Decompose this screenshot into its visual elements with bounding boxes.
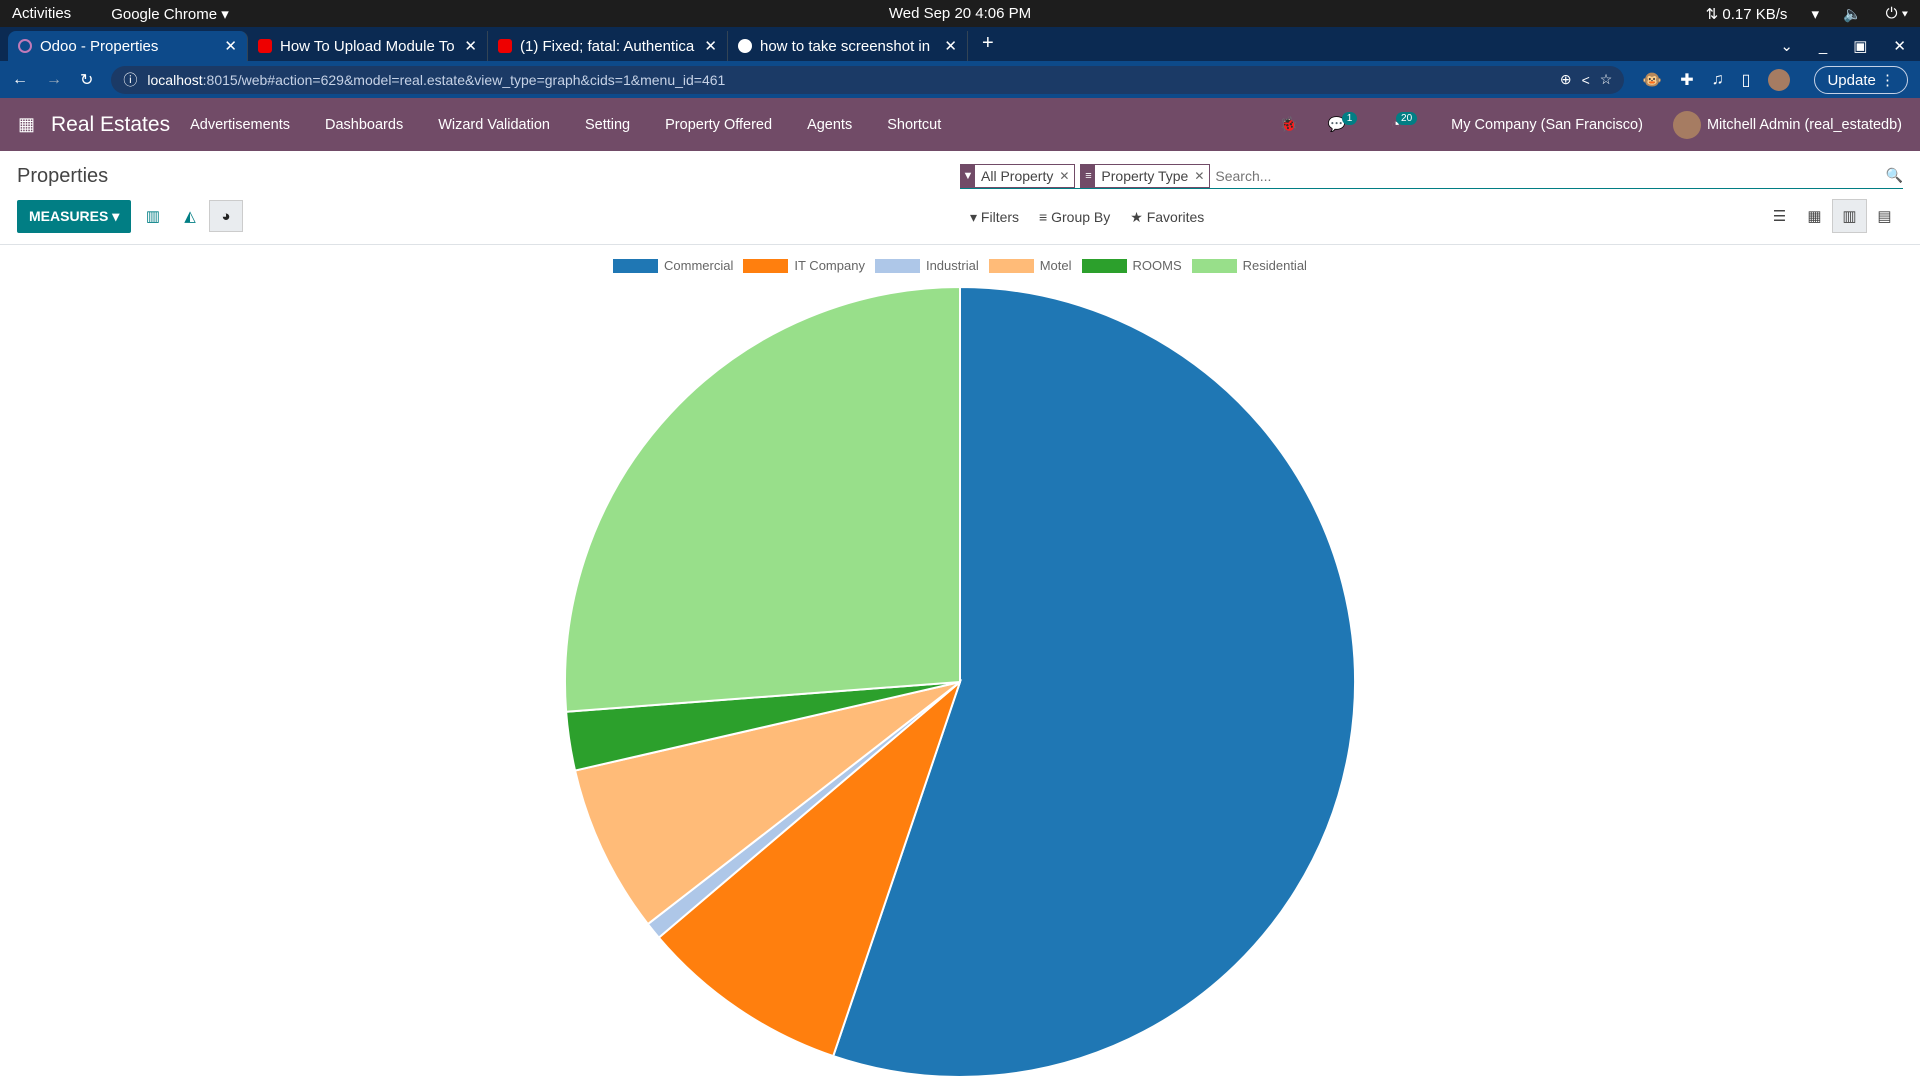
browser-tab[interactable]: how to take screenshot in ✕ [728, 31, 968, 61]
browser-tab-strip: Odoo - Properties ✕ How To Upload Module … [0, 27, 1920, 61]
kanban-view-icon[interactable]: ▦ [1797, 199, 1832, 233]
app-grid-icon[interactable]: ▦ [18, 114, 35, 135]
menu-wizard-validation[interactable]: Wizard Validation [438, 117, 550, 133]
back-icon[interactable]: ← [12, 71, 28, 89]
forward-icon[interactable]: → [46, 71, 62, 89]
remove-facet-icon[interactable]: ✕ [1194, 169, 1209, 183]
youtube-icon [498, 39, 512, 53]
user-menu[interactable]: Mitchell Admin (real_estatedb) [1672, 110, 1902, 139]
profile-avatar[interactable] [1768, 68, 1791, 91]
bookmark-star-icon[interactable]: ☆ [1600, 71, 1613, 88]
network-speed: ⇅ 0.17 KB/s [1705, 5, 1788, 23]
page-title: Properties [17, 165, 109, 187]
facet-all-property[interactable]: ▼ All Property ✕ [960, 163, 1076, 188]
company-switcher[interactable]: My Company (San Francisco) [1451, 117, 1643, 133]
reload-icon[interactable]: ↻ [80, 70, 93, 90]
browser-tab[interactable]: How To Upload Module To ✕ [248, 31, 488, 61]
search-bar: ▼ All Property ✕ ≡ Property Type ✕ 🔍 [960, 163, 1903, 189]
activities-badge: 20 [1396, 111, 1418, 125]
debug-bug-icon[interactable]: 🐞 [1280, 116, 1298, 133]
power-icon[interactable]: ⏻ ▾ [1886, 5, 1908, 22]
calendar-view-icon[interactable]: ▤ [1867, 199, 1902, 233]
tab-title: how to take screenshot in [760, 37, 931, 55]
tab-title: (1) Fixed; fatal: Authentica [520, 37, 695, 55]
user-avatar [1672, 110, 1701, 139]
zoom-icon[interactable]: ⊕ [1560, 71, 1572, 88]
media-icon[interactable]: ♫ [1712, 71, 1724, 89]
activities-button[interactable]: ◔20 [1391, 111, 1421, 133]
control-panel: Properties MEASURES ▾ ▥ ◭ ◕ ▼ All Propert… [0, 151, 1920, 245]
restore-icon[interactable]: ▣ [1853, 37, 1867, 55]
graph-view-icon[interactable]: ▥ [1832, 199, 1867, 233]
google-icon [738, 39, 752, 53]
close-window-icon[interactable]: ✕ [1893, 37, 1906, 55]
bar-chart-icon[interactable]: ▥ [136, 200, 170, 232]
url-path: :8015/web#action=629&model=real.estate&v… [202, 71, 726, 88]
pie-chart-icon[interactable]: ◕ [209, 200, 243, 232]
group-by-label: Group By [1051, 209, 1111, 225]
group-by-button[interactable]: ≡ Group By [1039, 209, 1110, 226]
minimize-icon[interactable]: _ [1819, 38, 1827, 55]
url-host: localhost [147, 71, 203, 88]
close-tab-icon[interactable]: ✕ [704, 37, 717, 55]
user-name: Mitchell Admin (real_estatedb) [1706, 116, 1902, 133]
menu-setting[interactable]: Setting [585, 117, 630, 133]
volume-icon[interactable]: 🔈 [1843, 5, 1862, 23]
favorites-button[interactable]: ★ Favorites [1130, 209, 1204, 226]
messages-button[interactable]: 💬1 [1328, 112, 1362, 133]
browser-tab[interactable]: (1) Fixed; fatal: Authentica ✕ [488, 31, 728, 61]
pie-slice-residential[interactable] [564, 285, 961, 713]
close-tab-icon[interactable]: ✕ [464, 37, 477, 55]
system-top-bar: Activities Google Chrome ▾ Wed Sep 20 4:… [0, 0, 1920, 27]
app-brand[interactable]: Real Estates [51, 113, 170, 137]
search-input[interactable] [1215, 167, 1881, 184]
share-icon[interactable]: < [1582, 72, 1590, 88]
menu-shortcut[interactable]: Shortcut [887, 117, 941, 133]
update-button[interactable]: Update ⋮ [1814, 65, 1908, 94]
activities-button[interactable]: Activities [12, 5, 71, 22]
remove-facet-icon[interactable]: ✕ [1059, 169, 1074, 183]
url-input[interactable]: ⓘ localhost:8015/web#action=629&model=rea… [111, 65, 1625, 94]
tab-title: Odoo - Properties [40, 37, 159, 55]
filters-button[interactable]: ▾ Filters [970, 209, 1019, 226]
pie-chart [564, 285, 1356, 1078]
tab-search-icon[interactable]: ⌄ [1780, 37, 1793, 55]
extension-icon[interactable]: 🐵 [1642, 70, 1662, 90]
tab-title: How To Upload Module To [280, 37, 455, 55]
odoo-navbar: ▦ Real Estates Advertisements Dashboards W… [0, 98, 1920, 151]
facet-label: All Property [981, 167, 1054, 184]
browser-tab[interactable]: Odoo - Properties ✕ [8, 31, 248, 61]
sidepanel-icon[interactable]: ▯ [1742, 70, 1751, 90]
clock[interactable]: Wed Sep 20 4:06 PM [889, 5, 1031, 22]
filters-label: Filters [980, 209, 1020, 225]
update-label: Update [1827, 71, 1876, 89]
menu-property-offered[interactable]: Property Offered [665, 117, 772, 133]
favorites-label: Favorites [1146, 209, 1205, 225]
odoo-icon [18, 39, 32, 53]
info-icon[interactable]: ⓘ [123, 70, 137, 90]
address-bar-row: ← → ↻ ⓘ localhost:8015/web#action=629&model… [0, 61, 1920, 98]
new-tab-icon[interactable]: + [968, 32, 1008, 61]
extensions-puzzle-icon[interactable]: ✚ [1680, 70, 1693, 90]
menu-dashboards[interactable]: Dashboards [325, 117, 403, 133]
menu-agents[interactable]: Agents [807, 117, 852, 133]
wifi-icon[interactable]: ▾ [1811, 5, 1819, 23]
close-tab-icon[interactable]: ✕ [944, 37, 957, 55]
menu-advertisements[interactable]: Advertisements [190, 117, 290, 133]
app-menu[interactable]: Google Chrome ▾ [111, 5, 229, 23]
list-view-icon[interactable]: ☰ [1762, 199, 1797, 233]
search-icon[interactable]: 🔍 [1886, 167, 1903, 184]
messages-badge: 1 [1341, 112, 1358, 125]
filter-icon: ▼ [961, 164, 975, 187]
facet-property-type[interactable]: ≡ Property Type ✕ [1080, 163, 1211, 188]
close-tab-icon[interactable]: ✕ [224, 37, 237, 55]
youtube-icon [258, 39, 272, 53]
line-chart-icon[interactable]: ◭ [173, 200, 207, 232]
measures-button[interactable]: MEASURES ▾ [17, 200, 132, 233]
facet-label: Property Type [1101, 167, 1189, 184]
groupby-icon: ≡ [1081, 164, 1096, 187]
